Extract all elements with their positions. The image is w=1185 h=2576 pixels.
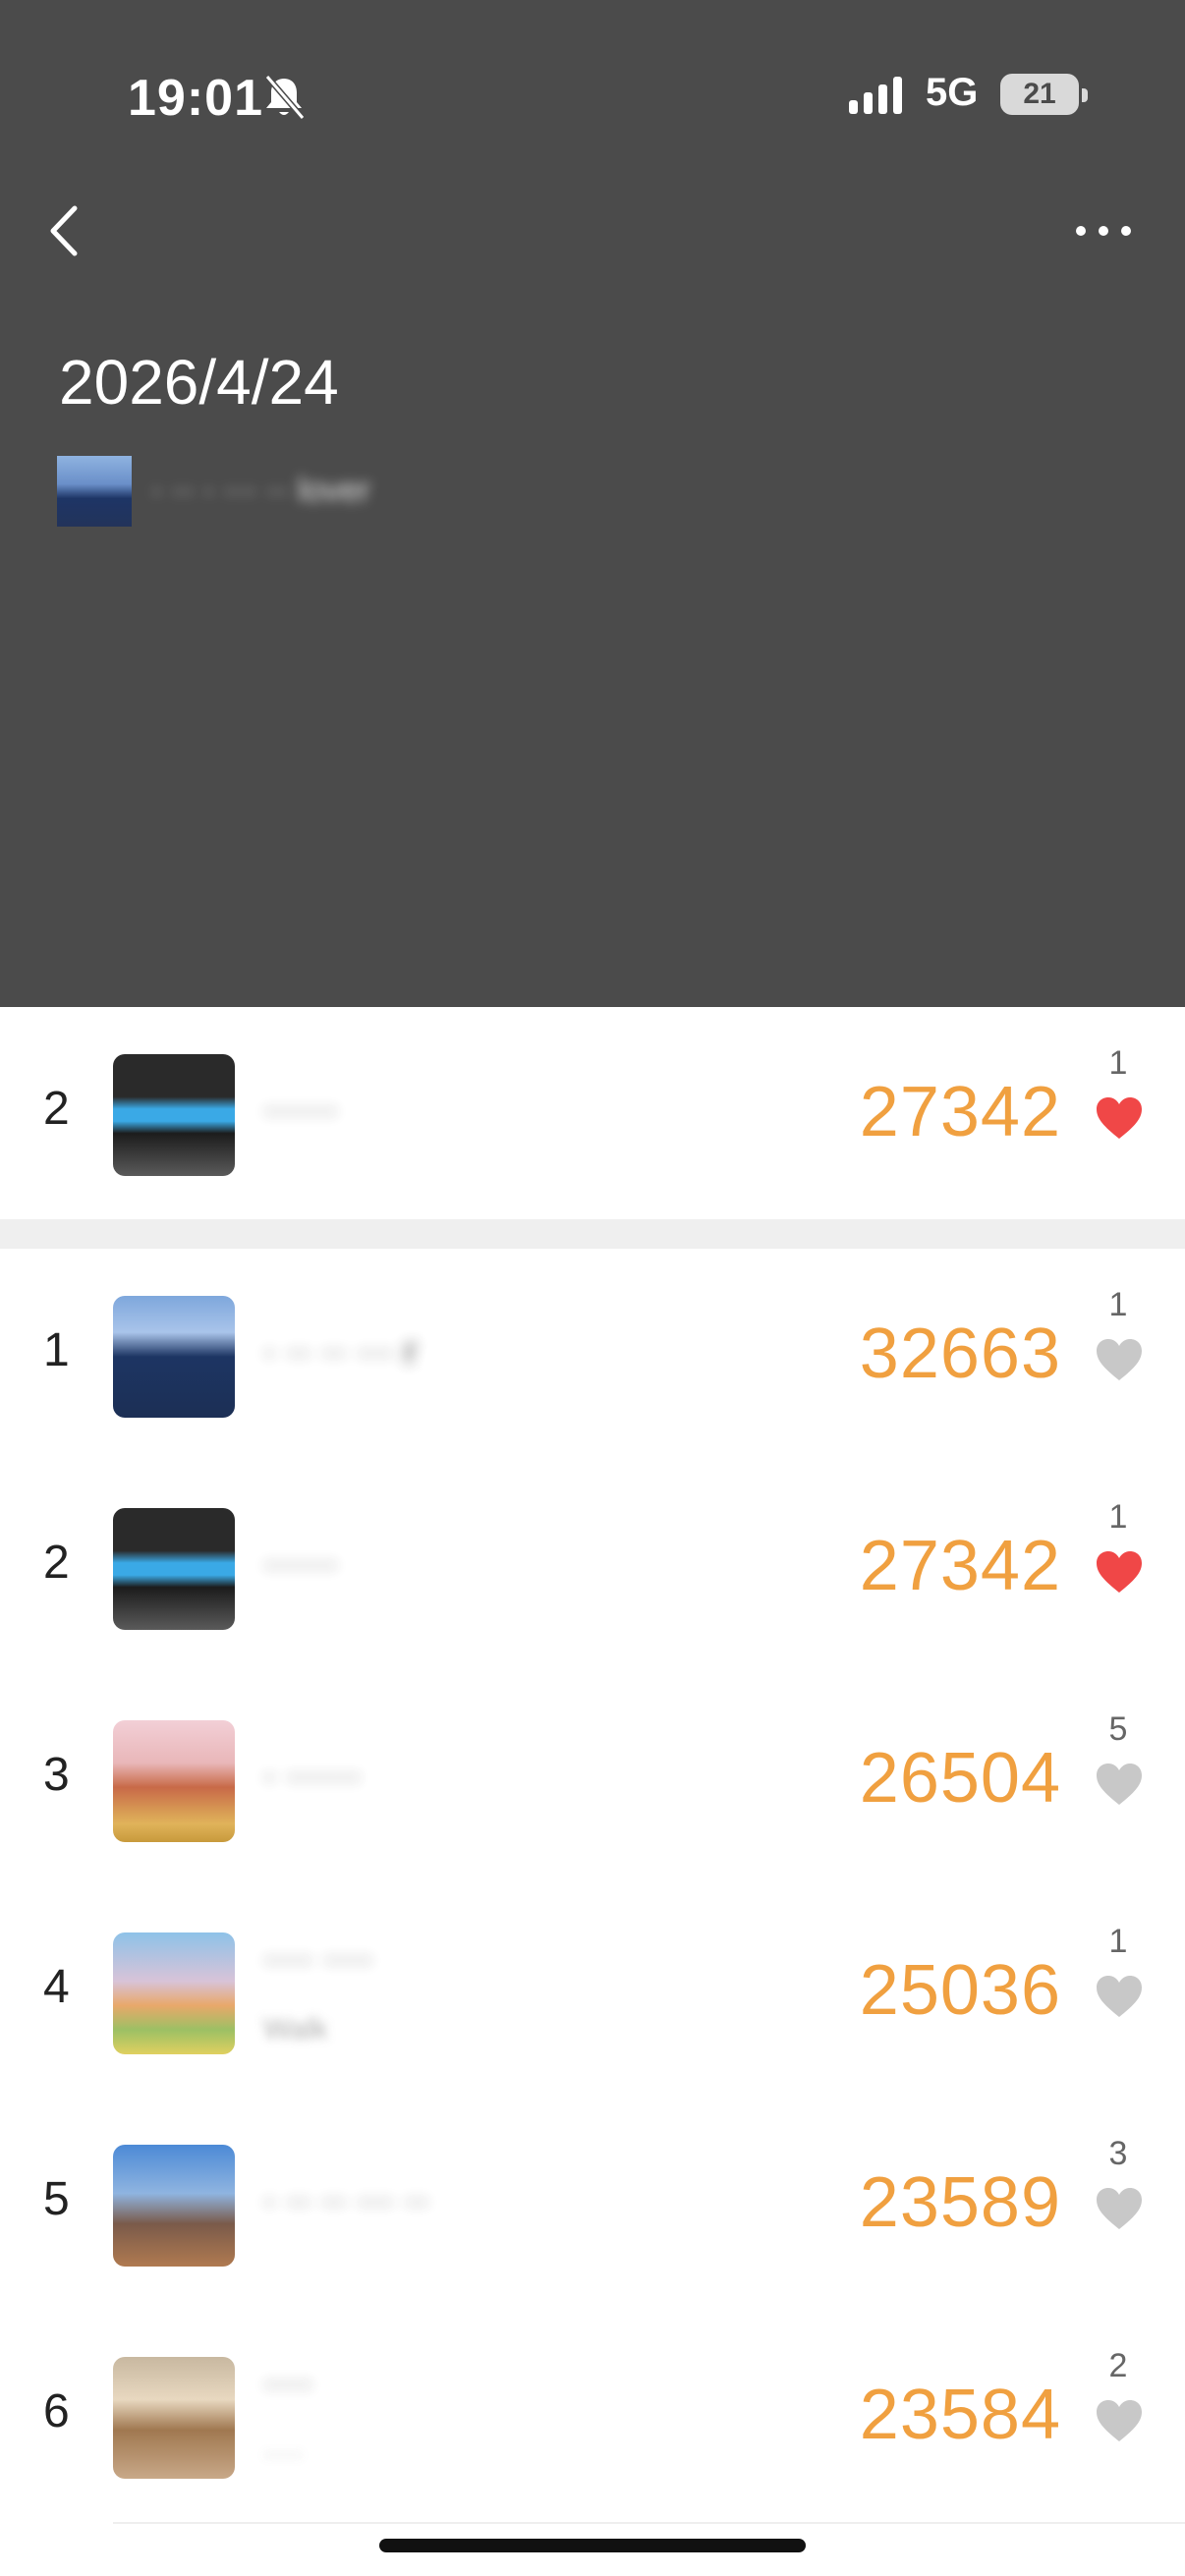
list-item[interactable]: 5 · ·· ·· ··· ·· 23589 3 <box>0 2098 1185 2310</box>
more-icon[interactable] <box>1071 211 1136 251</box>
like-count: 1 <box>1108 1044 1128 1082</box>
avatar[interactable] <box>113 1720 235 1842</box>
rank-number: 2 <box>43 1537 70 1589</box>
step-count: 27342 <box>859 1527 1061 1605</box>
rank-number: 5 <box>43 2173 70 2225</box>
avatar[interactable] <box>113 1932 235 2054</box>
user-name: ···· <box>263 2363 313 2404</box>
rank-number: 4 <box>43 1961 70 2013</box>
like-count: 1 <box>1108 1286 1128 1323</box>
page-title: 2026/4/24 <box>59 347 339 418</box>
avatar[interactable] <box>113 2357 235 2479</box>
step-count: 27342 <box>859 1073 1061 1151</box>
avatar[interactable] <box>113 1054 235 1176</box>
step-count: 26504 <box>859 1739 1061 1818</box>
heart-icon[interactable] <box>1095 1337 1144 1382</box>
playlist-thumbnail <box>57 456 132 527</box>
rank-number: 6 <box>43 2385 70 2437</box>
playlist-row[interactable]: · ·· · ··· ·· lover <box>57 456 666 527</box>
heart-icon[interactable] <box>1095 2186 1144 2231</box>
user-name: · ·· ·· ··· ·· <box>263 2180 429 2221</box>
step-count: 23584 <box>859 2376 1061 2454</box>
list-item[interactable]: 1 · ·· ·· ··· r 32663 1 <box>0 1249 1185 1461</box>
status-time: 19:01 <box>128 70 263 127</box>
status-bar: 19:01 5G 21 <box>0 59 1185 138</box>
user-name: ···· ···· <box>263 1938 373 1980</box>
list-item[interactable]: 3 · ······ 26504 5 <box>0 1673 1185 1885</box>
list-item[interactable]: 4 ···· ···· Walk 25036 1 <box>0 1885 1185 2098</box>
user-name: · ·· ·· ··· r <box>263 1331 418 1372</box>
user-subtitle: Walk <box>263 2013 328 2045</box>
like-count: 5 <box>1108 1710 1128 1748</box>
heart-icon[interactable] <box>1095 1974 1144 2019</box>
avatar[interactable] <box>113 1508 235 1630</box>
heart-icon[interactable] <box>1095 2398 1144 2443</box>
back-icon[interactable] <box>41 196 90 265</box>
rank-number: 2 <box>43 1083 70 1135</box>
user-name: ······ <box>263 1543 338 1585</box>
row-divider <box>113 2522 1185 2524</box>
signal-icon <box>849 77 902 114</box>
section-gap <box>0 1219 1185 1249</box>
like-count: 2 <box>1108 2347 1128 2384</box>
playlist-label: · ·· · ··· ·· lover <box>151 472 370 509</box>
bell-slash-icon <box>264 75 306 120</box>
user-name: ······ <box>263 1090 338 1131</box>
battery-nub <box>1082 88 1088 102</box>
my-entry-row[interactable]: 2 ······ 27342 1 <box>0 1007 1185 1219</box>
user-name: · ······ <box>263 1756 362 1797</box>
user-subtitle: ···· <box>263 2437 303 2470</box>
step-count: 23589 <box>859 2163 1061 2242</box>
avatar[interactable] <box>113 1296 235 1418</box>
step-count: 25036 <box>859 1951 1061 2030</box>
battery-icon: 21 <box>1000 74 1079 115</box>
battery-level: 21 <box>1023 78 1056 110</box>
home-indicator <box>379 2539 806 2552</box>
rank-number: 1 <box>43 1324 70 1376</box>
step-count: 32663 <box>859 1315 1061 1393</box>
like-count: 1 <box>1108 1923 1128 1960</box>
like-count: 3 <box>1108 2135 1128 2172</box>
like-count: 1 <box>1108 1498 1128 1536</box>
rank-number: 3 <box>43 1749 70 1801</box>
header: 19:01 5G 21 2026/4/24 · ·· · ··· ·· love… <box>0 0 1185 1007</box>
avatar[interactable] <box>113 2145 235 2267</box>
heart-icon[interactable] <box>1095 1762 1144 1807</box>
heart-icon[interactable] <box>1095 1549 1144 1595</box>
heart-icon[interactable] <box>1095 1095 1144 1141</box>
list-item[interactable]: 6 ···· ···· 23584 2 <box>0 2310 1185 2522</box>
network-type: 5G <box>926 71 979 114</box>
list-item[interactable]: 2 ······ 27342 1 <box>0 1461 1185 1673</box>
